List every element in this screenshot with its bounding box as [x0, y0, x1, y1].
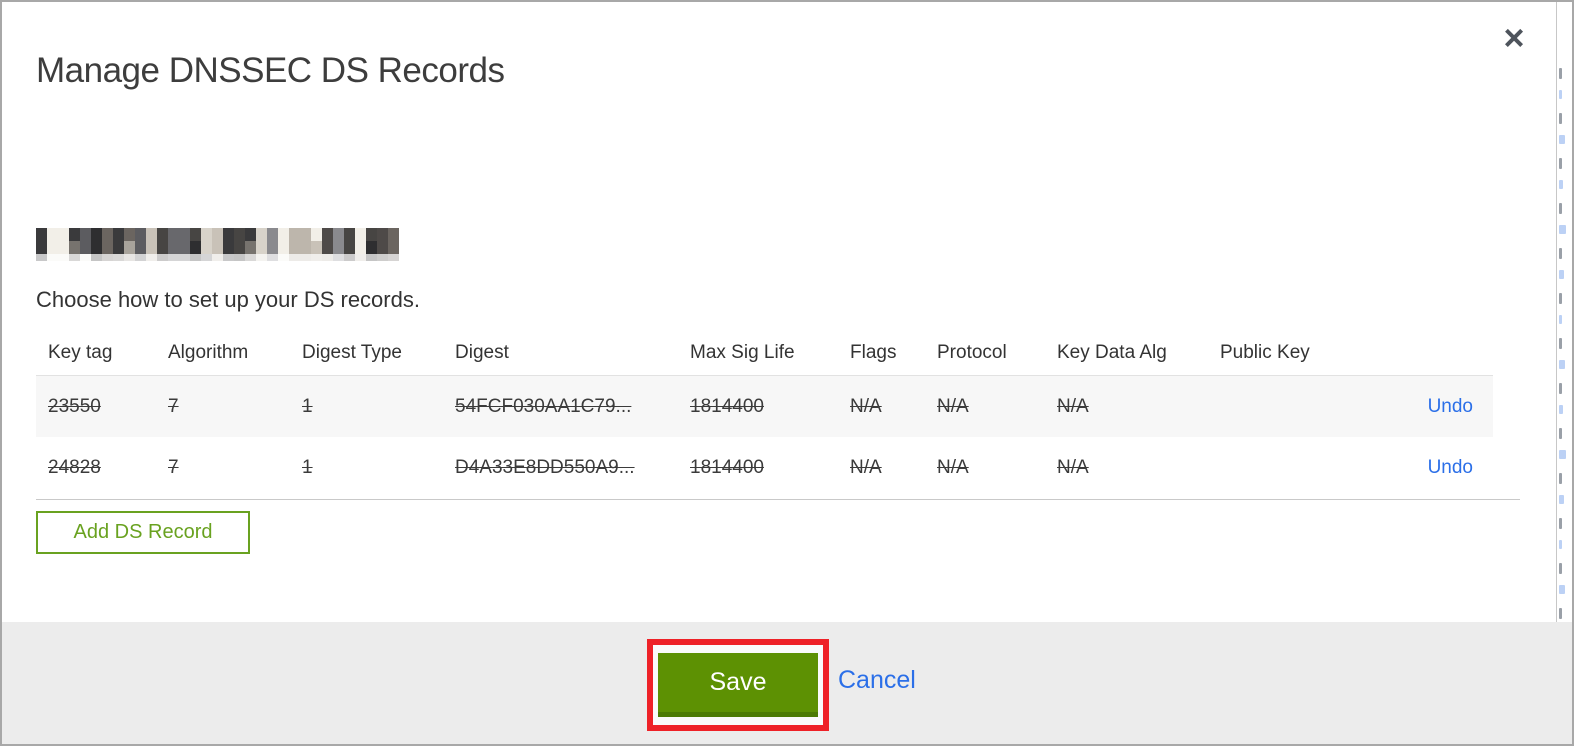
column-header: Algorithm [168, 342, 249, 363]
table-cell: 1 [302, 395, 313, 417]
red-annotation-highlight: Save [647, 639, 829, 731]
add-ds-record-button[interactable]: Add DS Record [36, 511, 250, 554]
table-cell: N/A [1057, 395, 1089, 417]
undo-link[interactable]: Undo [1428, 457, 1473, 478]
table-cell: N/A [1057, 456, 1089, 478]
table-cell: 1 [302, 456, 313, 478]
undo-link[interactable]: Undo [1428, 396, 1473, 417]
redacted-domain-name [36, 228, 399, 262]
table-cell: 7 [168, 456, 179, 478]
column-header: Max Sig Life [690, 342, 795, 363]
table-cell: N/A [850, 395, 882, 417]
column-header: Public Key [1220, 342, 1310, 363]
table-bottom-divider [36, 499, 1520, 500]
table-cell-action: Undo [1358, 396, 1493, 418]
close-icon: × [1503, 17, 1525, 58]
table-cell: 54FCF030AA1C79... [455, 395, 632, 417]
table-cell: N/A [850, 456, 882, 478]
cancel-link[interactable]: Cancel [838, 666, 916, 695]
table-cell: 23550 [48, 395, 101, 417]
table-cell: N/A [937, 456, 969, 478]
save-button[interactable]: Save [658, 653, 818, 717]
modal-footer: Save Cancel [2, 622, 1572, 744]
instruction-text: Choose how to set up your DS records. [36, 287, 420, 312]
table-cell: D4A33E8DD550A9... [455, 456, 635, 478]
column-header: Key tag [48, 342, 113, 363]
add-ds-record-label: Add DS Record [73, 521, 213, 543]
table-body: 23550 7 1 54FCF030AA1C79... 1814400 N/A N/A N/A… [36, 376, 1493, 498]
close-button[interactable]: × [1494, 18, 1534, 58]
column-header: Digest [455, 342, 509, 363]
table-cell: N/A [937, 395, 969, 417]
modal-title: Manage DNSSEC DS Records [36, 51, 505, 91]
table-header-row: Key tag Algorithm Digest Type Digest Max Sig… [36, 330, 1493, 376]
column-header: Protocol [937, 342, 1007, 363]
column-header: Flags [850, 342, 897, 363]
column-header: Key Data Alg [1057, 342, 1167, 363]
table-cell-action: Undo [1358, 457, 1493, 479]
table-row: 24828 7 1 D4A33E8DD550A9... 1814400 N/A N/A N/A… [36, 437, 1493, 498]
column-header: Digest Type [302, 342, 402, 363]
table-cell: 1814400 [690, 395, 764, 417]
table-cell: 1814400 [690, 456, 764, 478]
ds-records-table: Key tag Algorithm Digest Type Digest Max Sig… [36, 330, 1493, 498]
table-row: 23550 7 1 54FCF030AA1C79... 1814400 N/A N/A N/A… [36, 376, 1493, 437]
table-cell: 7 [168, 395, 179, 417]
table-cell: 24828 [48, 456, 101, 478]
